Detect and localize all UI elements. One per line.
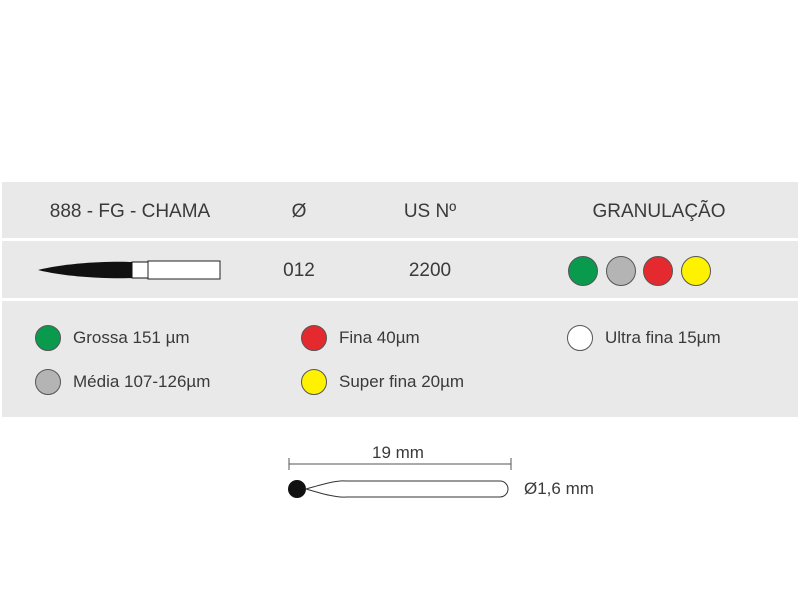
header-diameter: Ø bbox=[291, 201, 307, 222]
swatch-gray bbox=[606, 256, 636, 286]
legend-label: Grossa 151 µm bbox=[73, 328, 190, 347]
diameter-label: Ø1,6 mm bbox=[524, 479, 594, 498]
legend-dot-red bbox=[301, 325, 327, 351]
swatch-yellow bbox=[681, 256, 711, 286]
length-dimension-line bbox=[288, 458, 512, 470]
product-row: 012 2200 bbox=[2, 241, 798, 298]
swatch-green bbox=[568, 256, 598, 286]
header-product: 888 - FG - CHAMA bbox=[49, 201, 211, 222]
row-us-no: 2200 bbox=[408, 260, 452, 281]
swatch-red bbox=[643, 256, 673, 286]
legend-label: Super fina 20µm bbox=[339, 372, 465, 391]
granulation-legend: Grossa 151 µm Média 107-126µm Fina 40µm … bbox=[2, 301, 798, 417]
header-us-no: US Nº bbox=[403, 201, 457, 222]
table-header: 888 - FG - CHAMA Ø US Nº GRANULAÇÃO bbox=[2, 182, 798, 238]
legend-dot-green bbox=[35, 325, 61, 351]
legend-label: Fina 40µm bbox=[339, 328, 420, 347]
legend-dot-gray bbox=[35, 369, 61, 395]
legend-label: Ultra fina 15µm bbox=[605, 328, 721, 347]
legend-dot-yellow bbox=[301, 369, 327, 395]
legend-label: Média 107-126µm bbox=[73, 372, 211, 391]
header-granulation: GRANULAÇÃO bbox=[592, 201, 726, 222]
row-diameter: 012 bbox=[283, 260, 315, 281]
bur-ball-drawing bbox=[288, 480, 509, 498]
legend-dot-white bbox=[567, 325, 593, 351]
bur-flame-icon bbox=[38, 260, 221, 280]
